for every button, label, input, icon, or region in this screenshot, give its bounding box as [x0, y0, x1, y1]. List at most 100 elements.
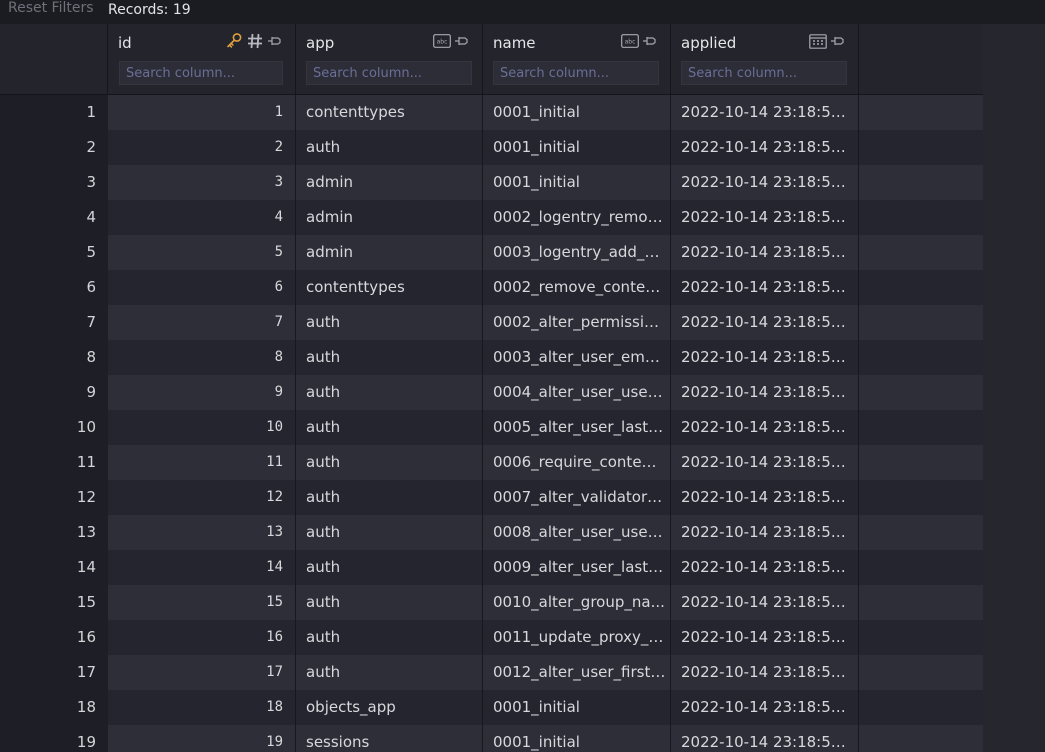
table-row[interactable]: 15 15 auth 0010_alter_group_na... 2022-10-14…: [0, 585, 983, 620]
applied-cell[interactable]: 2022-10-14 23:18:54....: [671, 95, 859, 130]
column-header-app[interactable]: app abc: [296, 24, 483, 94]
table-row[interactable]: 10 10 auth 0005_alter_user_last_l... 2022-10…: [0, 410, 983, 445]
applied-cell[interactable]: 2022-10-14 23:18:54....: [671, 655, 859, 690]
app-cell[interactable]: auth: [296, 130, 483, 165]
id-cell[interactable]: 12: [108, 480, 296, 515]
id-cell[interactable]: 3: [108, 165, 296, 200]
app-cell[interactable]: admin: [296, 235, 483, 270]
name-cell[interactable]: 0002_logentry_remov...: [483, 200, 671, 235]
app-cell[interactable]: auth: [296, 620, 483, 655]
app-cell[interactable]: objects_app: [296, 690, 483, 725]
table-row[interactable]: 1 1 contenttypes 0001_initial 2022-10-14 23:…: [0, 95, 983, 130]
column-header-id[interactable]: id: [108, 24, 296, 94]
name-cell[interactable]: 0001_initial: [483, 95, 671, 130]
applied-cell[interactable]: 2022-10-14 23:18:54....: [671, 515, 859, 550]
applied-cell[interactable]: 2022-10-14 23:18:54....: [671, 550, 859, 585]
applied-cell[interactable]: 2022-10-14 23:18:54....: [671, 340, 859, 375]
id-cell[interactable]: 8: [108, 340, 296, 375]
applied-cell[interactable]: 2022-10-14 23:18:54....: [671, 445, 859, 480]
applied-cell[interactable]: 2022-10-14 23:18:54....: [671, 305, 859, 340]
table-row[interactable]: 13 13 auth 0008_alter_user_user... 2022-10-1…: [0, 515, 983, 550]
name-cell[interactable]: 0003_logentry_add_a...: [483, 235, 671, 270]
id-cell[interactable]: 1: [108, 95, 296, 130]
id-cell[interactable]: 2: [108, 130, 296, 165]
name-cell[interactable]: 0002_alter_permissio...: [483, 305, 671, 340]
name-cell[interactable]: 0004_alter_user_user...: [483, 375, 671, 410]
id-cell[interactable]: 15: [108, 585, 296, 620]
applied-cell[interactable]: 2022-10-14 23:18:54....: [671, 270, 859, 305]
id-cell[interactable]: 17: [108, 655, 296, 690]
name-cell[interactable]: 0005_alter_user_last_l...: [483, 410, 671, 445]
applied-cell[interactable]: 2022-10-14 23:18:54....: [671, 375, 859, 410]
search-column-input-applied[interactable]: [681, 61, 847, 85]
app-cell[interactable]: sessions: [296, 725, 483, 752]
applied-cell[interactable]: 2022-10-14 23:18:54....: [671, 480, 859, 515]
table-row[interactable]: 9 9 auth 0004_alter_user_user... 2022-10-14 …: [0, 375, 983, 410]
app-cell[interactable]: auth: [296, 515, 483, 550]
applied-cell[interactable]: 2022-10-14 23:18:54....: [671, 410, 859, 445]
app-cell[interactable]: auth: [296, 585, 483, 620]
table-row[interactable]: 8 8 auth 0003_alter_user_emai... 2022-10-14 …: [0, 340, 983, 375]
app-cell[interactable]: auth: [296, 445, 483, 480]
pin-icon[interactable]: [830, 34, 846, 48]
table-row[interactable]: 6 6 contenttypes 0002_remove_conten... 2022-…: [0, 270, 983, 305]
pin-icon[interactable]: [267, 34, 283, 48]
applied-cell[interactable]: 2022-10-14 23:18:54....: [671, 620, 859, 655]
reset-filters-button[interactable]: Reset Filters: [8, 0, 94, 18]
name-cell[interactable]: 0008_alter_user_user...: [483, 515, 671, 550]
search-column-input-app[interactable]: [306, 61, 472, 85]
app-cell[interactable]: admin: [296, 200, 483, 235]
app-cell[interactable]: admin: [296, 165, 483, 200]
app-cell[interactable]: auth: [296, 340, 483, 375]
column-header-applied[interactable]: applied: [671, 24, 859, 94]
table-row[interactable]: 16 16 auth 0011_update_proxy_p... 2022-10-14…: [0, 620, 983, 655]
app-cell[interactable]: auth: [296, 550, 483, 585]
table-row[interactable]: 14 14 auth 0009_alter_user_last_... 2022-10-…: [0, 550, 983, 585]
name-cell[interactable]: 0001_initial: [483, 165, 671, 200]
table-row[interactable]: 12 12 auth 0007_alter_validators... 2022-10-…: [0, 480, 983, 515]
app-cell[interactable]: auth: [296, 375, 483, 410]
pin-icon[interactable]: [454, 34, 470, 48]
table-row[interactable]: 18 18 objects_app 0001_initial 2022-10-14 23…: [0, 690, 983, 725]
app-cell[interactable]: auth: [296, 480, 483, 515]
name-cell[interactable]: 0012_alter_user_first_...: [483, 655, 671, 690]
search-column-input-name[interactable]: [493, 61, 659, 85]
name-cell[interactable]: 0009_alter_user_last_...: [483, 550, 671, 585]
applied-cell[interactable]: 2022-10-14 23:18:54....: [671, 165, 859, 200]
app-cell[interactable]: contenttypes: [296, 270, 483, 305]
table-row[interactable]: 19 19 sessions 0001_initial 2022-10-14 23:18…: [0, 725, 983, 752]
table-row[interactable]: 4 4 admin 0002_logentry_remov... 2022-10-14 …: [0, 200, 983, 235]
id-cell[interactable]: 10: [108, 410, 296, 445]
id-cell[interactable]: 5: [108, 235, 296, 270]
id-cell[interactable]: 18: [108, 690, 296, 725]
table-row[interactable]: 5 5 admin 0003_logentry_add_a... 2022-10-14 …: [0, 235, 983, 270]
table-row[interactable]: 3 3 admin 0001_initial 2022-10-14 23:18:54..…: [0, 165, 983, 200]
applied-cell[interactable]: 2022-10-14 23:18:54....: [671, 725, 859, 752]
applied-cell[interactable]: 2022-10-14 23:18:54....: [671, 690, 859, 725]
column-header-name[interactable]: name abc: [483, 24, 671, 94]
table-row[interactable]: 11 11 auth 0006_require_content... 2022-10-1…: [0, 445, 983, 480]
applied-cell[interactable]: 2022-10-14 23:18:54....: [671, 200, 859, 235]
applied-cell[interactable]: 2022-10-14 23:18:54....: [671, 235, 859, 270]
applied-cell[interactable]: 2022-10-14 23:18:54....: [671, 130, 859, 165]
search-column-input-id[interactable]: [119, 61, 283, 85]
id-cell[interactable]: 14: [108, 550, 296, 585]
table-row[interactable]: 7 7 auth 0002_alter_permissio... 2022-10-14 …: [0, 305, 983, 340]
id-cell[interactable]: 4: [108, 200, 296, 235]
id-cell[interactable]: 9: [108, 375, 296, 410]
name-cell[interactable]: 0001_initial: [483, 725, 671, 752]
pin-icon[interactable]: [642, 34, 658, 48]
name-cell[interactable]: 0001_initial: [483, 130, 671, 165]
name-cell[interactable]: 0003_alter_user_emai...: [483, 340, 671, 375]
app-cell[interactable]: auth: [296, 655, 483, 690]
name-cell[interactable]: 0002_remove_conten...: [483, 270, 671, 305]
app-cell[interactable]: auth: [296, 305, 483, 340]
table-row[interactable]: 17 17 auth 0012_alter_user_first_... 2022-10…: [0, 655, 983, 690]
app-cell[interactable]: auth: [296, 410, 483, 445]
name-cell[interactable]: 0007_alter_validators...: [483, 480, 671, 515]
table-row[interactable]: 2 2 auth 0001_initial 2022-10-14 23:18:54...…: [0, 130, 983, 165]
applied-cell[interactable]: 2022-10-14 23:18:54....: [671, 585, 859, 620]
id-cell[interactable]: 16: [108, 620, 296, 655]
name-cell[interactable]: 0010_alter_group_na...: [483, 585, 671, 620]
id-cell[interactable]: 6: [108, 270, 296, 305]
